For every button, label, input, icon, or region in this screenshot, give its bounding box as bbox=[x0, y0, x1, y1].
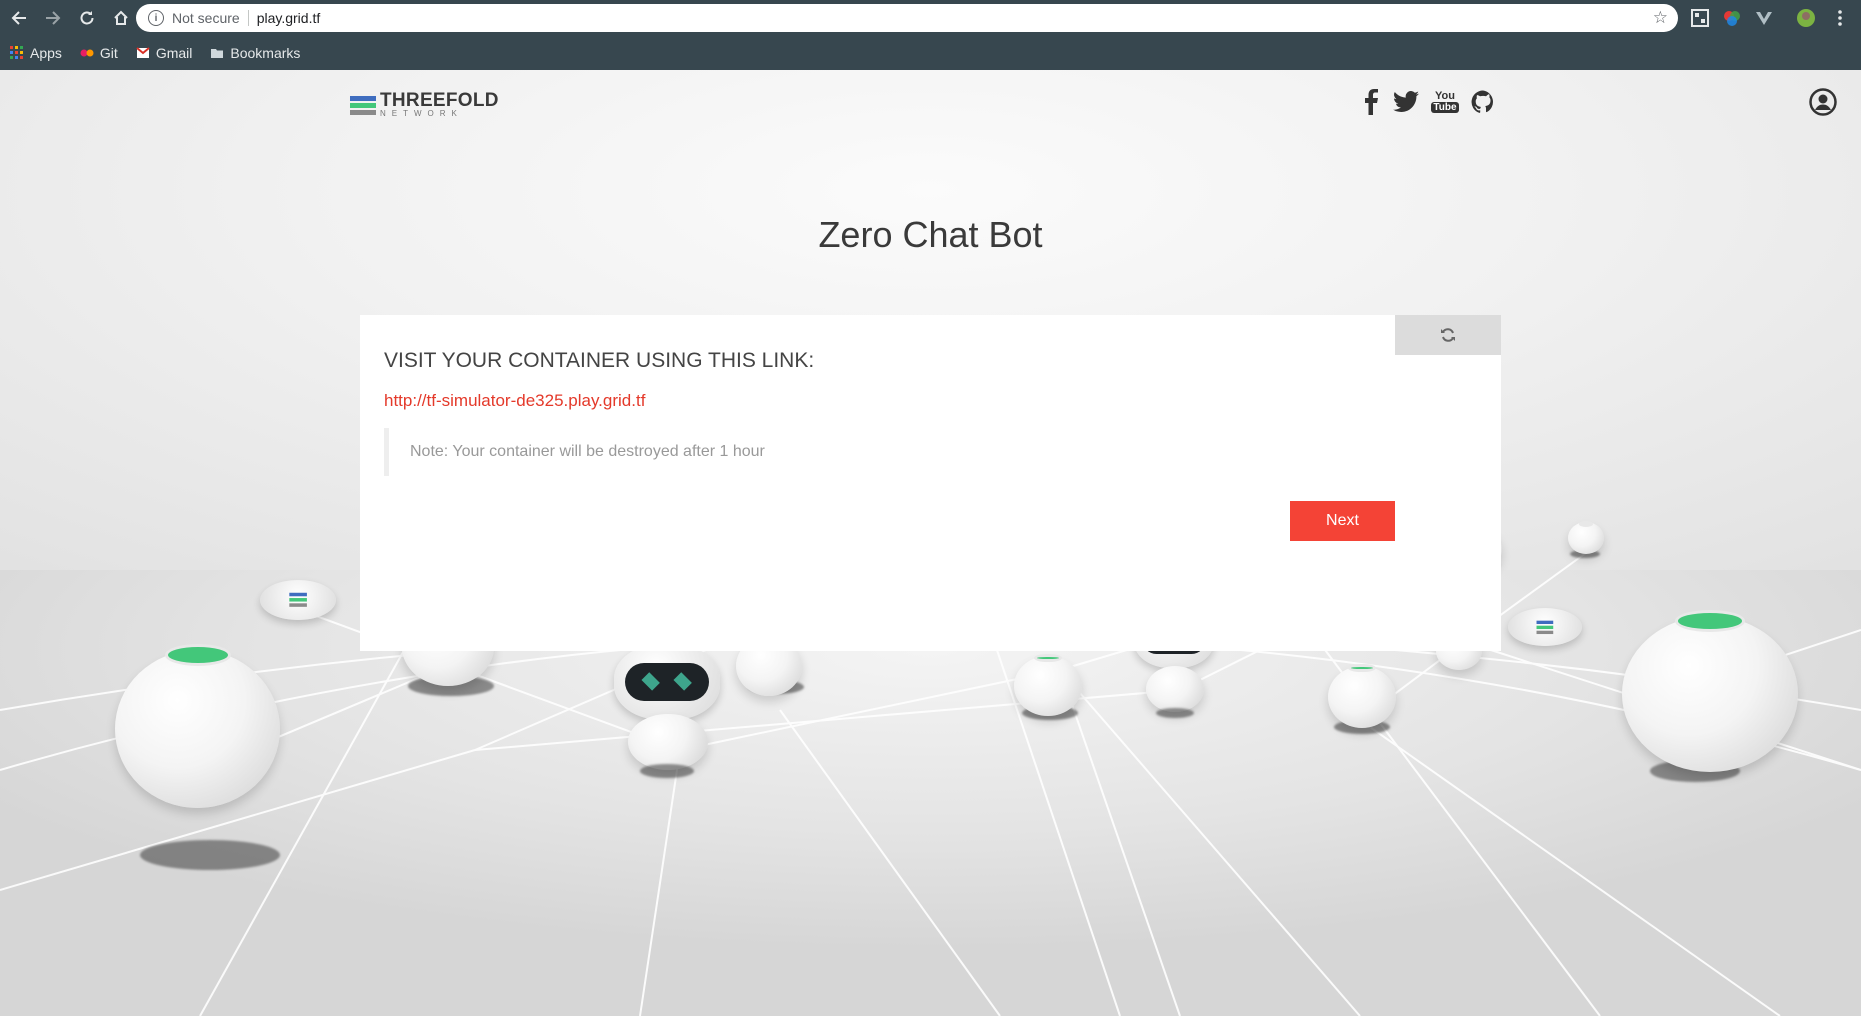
node-sphere bbox=[1014, 653, 1082, 716]
reload-button[interactable] bbox=[70, 1, 104, 35]
github-link[interactable] bbox=[1468, 86, 1498, 118]
address-bar[interactable]: i Not secure play.grid.tf ☆ bbox=[136, 4, 1678, 32]
threefold-mark-icon bbox=[1536, 620, 1554, 634]
container-link-card: VISIT YOUR CONTAINER USING THIS LINK: ht… bbox=[360, 315, 1501, 651]
youtube-text-bottom: Tube bbox=[1431, 102, 1459, 113]
back-arrow-icon bbox=[11, 11, 26, 25]
node-shadow bbox=[640, 764, 694, 778]
bookmark-git[interactable]: Git bbox=[80, 45, 118, 61]
node-plate bbox=[1508, 608, 1582, 646]
page-title: Zero Chat Bot bbox=[818, 214, 1043, 255]
node-plate bbox=[260, 580, 336, 620]
facebook-link[interactable] bbox=[1360, 86, 1382, 118]
threefold-logo-icon bbox=[350, 96, 376, 115]
address-separator bbox=[247, 10, 249, 26]
logo-wordmark: THREEFOLD bbox=[380, 90, 499, 111]
home-icon bbox=[114, 10, 128, 25]
bookmark-folder[interactable]: Bookmarks bbox=[210, 45, 300, 61]
node-sphere bbox=[1328, 663, 1396, 728]
bookmarks-bar: Apps Git Gmail Bookmarks bbox=[0, 38, 318, 68]
threefold-mark-icon bbox=[289, 592, 307, 608]
refresh-icon bbox=[1441, 328, 1455, 342]
bookmark-label: Gmail bbox=[155, 45, 193, 61]
vue-extension-icon[interactable] bbox=[1754, 8, 1774, 28]
youtube-link[interactable]: You Tube bbox=[1430, 86, 1460, 118]
bookmark-gmail[interactable]: Gmail bbox=[136, 45, 193, 61]
forward-arrow-icon bbox=[46, 11, 61, 25]
menu-dots-icon[interactable] bbox=[1830, 8, 1850, 28]
note-text: Note: Your container will be destroyed a… bbox=[410, 443, 765, 460]
page-background: THREEFOLD NETWORK You Tube Zero Chat Bot… bbox=[0, 70, 1861, 1016]
node-sphere bbox=[115, 643, 280, 808]
bookmark-label: Apps bbox=[30, 45, 62, 61]
user-avatar-icon[interactable] bbox=[1796, 8, 1816, 28]
facebook-icon bbox=[1365, 89, 1378, 115]
address-url[interactable]: play.grid.tf bbox=[257, 10, 321, 26]
forward-button[interactable] bbox=[36, 1, 70, 35]
twitter-link[interactable] bbox=[1391, 86, 1421, 118]
container-link[interactable]: http://tf-simulator-de325.play.grid.tf bbox=[384, 391, 645, 411]
reload-icon bbox=[80, 11, 94, 25]
robot-body bbox=[628, 714, 708, 770]
node-sphere bbox=[1568, 520, 1604, 554]
node-shadow bbox=[1156, 708, 1194, 718]
qr-extension-icon[interactable] bbox=[1690, 8, 1710, 28]
youtube-text-top: You bbox=[1435, 90, 1455, 102]
bookmark-label: Bookmarks bbox=[230, 45, 301, 61]
user-profile-icon[interactable] bbox=[1809, 88, 1837, 116]
next-button[interactable]: Next bbox=[1290, 501, 1395, 541]
git-icon bbox=[80, 49, 94, 57]
info-icon[interactable]: i bbox=[148, 10, 164, 26]
github-icon bbox=[1471, 90, 1493, 113]
apps-grid-icon bbox=[10, 46, 23, 59]
threefold-logo[interactable]: THREEFOLD NETWORK bbox=[350, 90, 499, 118]
twitter-icon bbox=[1393, 91, 1419, 113]
robot-body bbox=[1146, 666, 1204, 712]
color-extension-icon[interactable] bbox=[1722, 8, 1742, 28]
refresh-button[interactable] bbox=[1395, 315, 1501, 355]
node-sphere bbox=[1622, 609, 1798, 772]
container-note: Note: Your container will be destroyed a… bbox=[384, 428, 765, 476]
security-label: Not secure bbox=[172, 10, 240, 26]
youtube-icon: You Tube bbox=[1431, 90, 1459, 113]
bookmark-label: Git bbox=[99, 45, 118, 61]
back-button[interactable] bbox=[2, 1, 36, 35]
folder-icon bbox=[211, 49, 224, 58]
robot bbox=[614, 644, 720, 720]
logo-subtitle: NETWORK bbox=[380, 109, 463, 118]
gmail-icon bbox=[136, 47, 150, 58]
bookmark-star-icon[interactable]: ☆ bbox=[1653, 8, 1668, 28]
card-heading: VISIT YOUR CONTAINER USING THIS LINK: bbox=[384, 349, 815, 372]
bookmark-apps[interactable]: Apps bbox=[10, 45, 62, 61]
home-button[interactable] bbox=[104, 1, 138, 35]
browser-chrome: i Not secure play.grid.tf ☆ Apps Git Gma… bbox=[0, 0, 1861, 70]
node-shadow bbox=[140, 840, 280, 870]
